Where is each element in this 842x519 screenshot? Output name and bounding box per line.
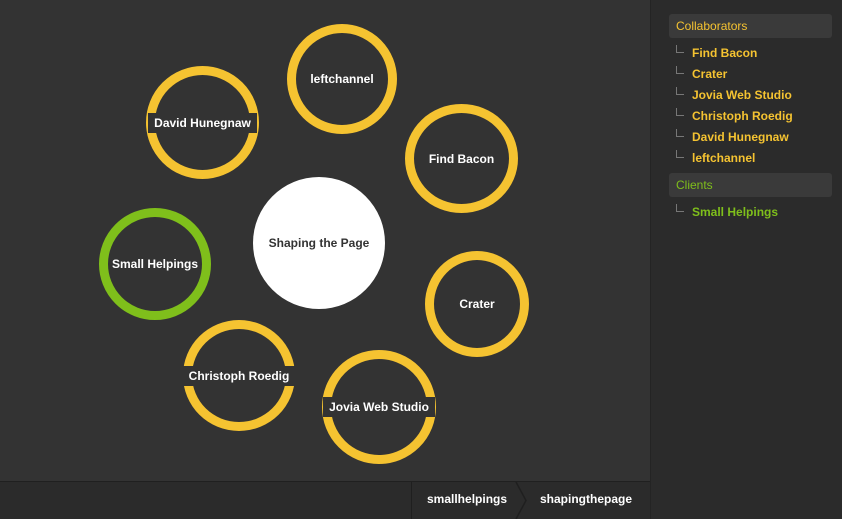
collaborators-header-label: Collaborators — [676, 19, 748, 33]
collaborator-item-find-bacon[interactable]: Find Bacon — [651, 43, 842, 64]
collaborator-item-label: David Hunegnaw — [692, 130, 789, 144]
node-jovia-web-studio[interactable]: Jovia Web Studio — [322, 350, 436, 464]
tree-branch-icon — [676, 45, 684, 53]
collaborator-item-christoph-roedig[interactable]: Christoph Roedig — [651, 106, 842, 127]
node-label: Small Helpings — [111, 257, 199, 271]
breadcrumb-item-smallhelpings[interactable]: smallhelpings — [411, 482, 519, 519]
node-christoph-roedig[interactable]: Christoph Roedig — [182, 320, 296, 431]
tree-branch-icon — [676, 108, 684, 116]
node-label: Christoph Roedig — [182, 365, 296, 386]
node-small-helpings[interactable]: Small Helpings — [99, 208, 211, 320]
collaborators-header[interactable]: Collaborators — [669, 14, 832, 38]
collaborator-item-leftchannel[interactable]: leftchannel — [651, 148, 842, 169]
client-item-label: Small Helpings — [692, 205, 779, 219]
clients-header[interactable]: Clients — [669, 173, 832, 197]
node-leftchannel[interactable]: leftchannel — [287, 24, 397, 134]
collaborator-item-label: Jovia Web Studio — [692, 88, 792, 102]
node-find-bacon[interactable]: Find Bacon — [405, 104, 518, 213]
collaborator-item-label: Crater — [692, 67, 728, 81]
collaborator-item-label: leftchannel — [692, 151, 756, 165]
clients-header-label: Clients — [676, 178, 713, 192]
node-label: Crater — [459, 297, 495, 311]
node-label: Jovia Web Studio — [323, 397, 435, 417]
tree-branch-icon — [676, 150, 684, 158]
collaborators-list: Find Bacon Crater Jovia Web Studio Chris… — [651, 43, 842, 169]
collaborator-item-crater[interactable]: Crater — [651, 64, 842, 85]
tree-branch-icon — [676, 129, 684, 137]
collaborator-item-jovia-web-studio[interactable]: Jovia Web Studio — [651, 85, 842, 106]
breadcrumb-item-label: shapingthepage — [540, 492, 633, 506]
collaborator-item-label: Find Bacon — [692, 46, 758, 60]
client-item-small-helpings[interactable]: Small Helpings — [651, 202, 842, 223]
node-label: David Hunegnaw — [148, 112, 257, 133]
breadcrumb-item-label: smallhelpings — [427, 492, 508, 506]
tree-branch-icon — [676, 204, 684, 212]
clients-list: Small Helpings — [651, 202, 842, 223]
collaborator-item-david-hunegnaw[interactable]: David Hunegnaw — [651, 127, 842, 148]
relationship-graph: leftchannel David Hunegnaw Find Bacon Sm… — [0, 0, 650, 481]
tree-branch-icon — [676, 87, 684, 95]
node-label: Shaping the Page — [268, 236, 370, 250]
tree-branch-icon — [676, 66, 684, 74]
node-label: leftchannel — [310, 72, 374, 86]
node-label: Find Bacon — [428, 151, 495, 166]
breadcrumb-item-shapingthepage[interactable]: shapingthepage — [520, 482, 650, 519]
node-crater[interactable]: Crater — [425, 251, 529, 357]
node-david-hunegnaw[interactable]: David Hunegnaw — [146, 66, 259, 179]
node-shaping-the-page[interactable]: Shaping the Page — [253, 177, 385, 309]
sidebar: Collaborators Find Bacon Crater Jovia We… — [650, 0, 842, 519]
breadcrumb: smallhelpings shapingthepage — [0, 481, 650, 519]
collaborator-item-label: Christoph Roedig — [692, 109, 793, 123]
